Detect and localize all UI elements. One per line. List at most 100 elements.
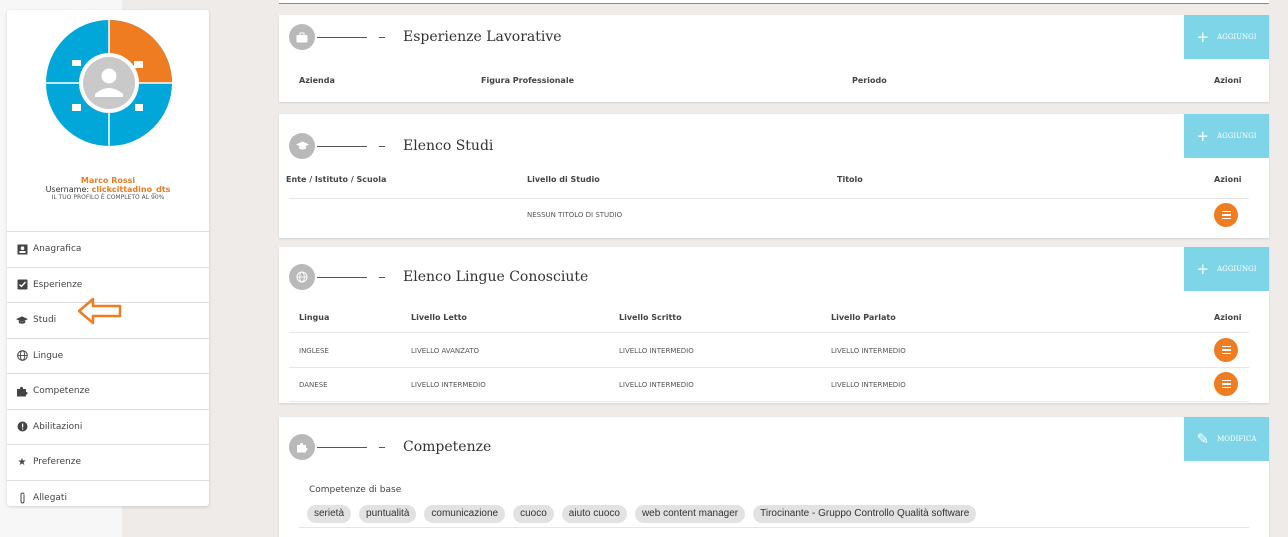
modifica-competenze-button[interactable]: ✎ MODIFICA: [1184, 417, 1269, 461]
lingua-actions-menu-button[interactable]: [1214, 338, 1238, 362]
briefcase-icon: [289, 24, 315, 50]
puzzle-icon: [16, 385, 28, 397]
skill-chip: cuoco: [513, 505, 554, 523]
panel-header: Competenze: [289, 425, 491, 469]
panel-title: Competenze: [403, 439, 492, 455]
panel-title: Elenco Studi: [403, 138, 494, 154]
writing-level: LIVELLO INTERMEDIO: [619, 381, 694, 389]
table-divider: [289, 401, 1249, 402]
col-header-titolo[interactable]: Titolo: [837, 175, 863, 184]
header-dash: [379, 446, 385, 448]
col-header-ente[interactable]: Ente / Istituto / Scuola: [286, 175, 386, 184]
header-line: [317, 446, 367, 448]
sidebar-item-label: Lingue: [33, 350, 64, 361]
table-divider: [289, 198, 1249, 199]
header-dash: [379, 145, 385, 147]
panel-title: Elenco Lingue Conosciute: [403, 269, 589, 285]
profile-completion-wheel[interactable]: [46, 20, 172, 146]
skill-chip: serietà: [307, 505, 352, 523]
button-label: AGGIUNGI: [1217, 265, 1257, 273]
col-header-figura[interactable]: Figura Professionale: [481, 76, 574, 85]
aggiungi-esperienza-button[interactable]: + AGGIUNGI: [1184, 15, 1269, 59]
table-divider: [289, 367, 1249, 368]
sidebar-item-allegati[interactable]: Allegati: [7, 479, 209, 516]
competenze-panel: Competenze ✎ MODIFICA Competenze di base …: [279, 417, 1269, 537]
profile-name: Marco Rossi: [80, 176, 136, 185]
top-panel-edge: [279, 0, 1269, 4]
col-header-periodo[interactable]: Periodo: [852, 76, 887, 85]
header-line: [317, 145, 367, 147]
col-header-livello[interactable]: Livello di Studio: [527, 175, 600, 184]
sidebar-item-competenze[interactable]: Competenze: [7, 373, 209, 409]
sidebar-item-abilitazioni[interactable]: Abilitazioni: [7, 408, 209, 445]
col-header-azioni: Azioni: [1214, 76, 1242, 85]
table-divider: [289, 332, 1249, 333]
col-header-azioni: Azioni: [1214, 313, 1242, 322]
sidebar-item-label: Esperienze: [33, 279, 83, 290]
sidebar-item-anagrafica[interactable]: Anagrafica: [7, 231, 209, 267]
reading-level: LIVELLO INTERMEDIO: [411, 381, 486, 389]
panel-header: Elenco Lingue Conosciute: [289, 255, 588, 299]
skill-chip: aiuto cuoco: [561, 505, 627, 523]
sidebar-item-lingue[interactable]: Lingue: [7, 337, 209, 374]
col-header-parlato[interactable]: Livello Parlato: [831, 313, 896, 322]
lingua-actions-menu-button[interactable]: [1214, 372, 1238, 396]
globe-icon: [289, 264, 315, 290]
aggiungi-lingua-button[interactable]: + AGGIUNGI: [1184, 247, 1269, 291]
button-label: MODIFICA: [1217, 435, 1257, 443]
username-value: clickcittadino_dts: [91, 185, 171, 194]
panel-header: Elenco Studi: [289, 124, 493, 168]
graduation-cap-icon: [16, 314, 28, 326]
studi-actions-menu-button[interactable]: [1214, 203, 1238, 227]
profile-username: Username: clickcittadino_dts: [7, 185, 209, 194]
plus-icon: +: [1196, 28, 1210, 46]
speaking-level: LIVELLO INTERMEDIO: [831, 347, 906, 355]
globe-icon: [16, 350, 28, 362]
puzzle-icon: [289, 434, 315, 460]
skill-chip-list: serietà puntualità comunicazione cuoco a…: [307, 505, 984, 523]
studi-panel: Elenco Studi + AGGIUNGI Ente / Istituto /…: [279, 114, 1269, 238]
skill-chip: web content manager: [634, 505, 746, 523]
col-header-scritto[interactable]: Livello Scritto: [619, 313, 682, 322]
plus-icon: +: [1196, 127, 1210, 145]
sidebar-item-label: Studi: [33, 315, 57, 326]
reading-level: LIVELLO AVANZATO: [411, 347, 479, 355]
header-dash: [379, 276, 385, 278]
username-label: Username:: [45, 185, 90, 194]
speaking-level: LIVELLO INTERMEDIO: [831, 381, 906, 389]
check-square-icon: [16, 279, 28, 291]
plus-icon: +: [1196, 260, 1210, 278]
col-header-lingua[interactable]: Lingua: [299, 313, 329, 322]
skill-chip: comunicazione: [424, 505, 506, 523]
col-header-azioni: Azioni: [1214, 175, 1242, 184]
header-line: [317, 36, 367, 38]
esperienze-panel: Esperienze Lavorative + AGGIUNGI Azienda …: [279, 15, 1269, 102]
header-dash: [379, 36, 385, 38]
sidebar-item-preferenze[interactable]: ★ Preferenze: [7, 444, 209, 480]
col-header-azienda[interactable]: Azienda: [299, 76, 335, 85]
sidebar-item-label: Anagrafica: [33, 244, 82, 255]
empty-message: NESSUN TITOLO DI STUDIO: [527, 211, 623, 219]
sidebar-item-label: Competenze: [33, 386, 90, 397]
annotation-arrow-left-icon: [77, 297, 122, 325]
language-name: INGLESE: [299, 347, 329, 355]
aggiungi-studio-button[interactable]: + AGGIUNGI: [1184, 114, 1269, 158]
graduation-cap-icon: [289, 133, 315, 159]
skill-chip: Tirocinante - Gruppo Controllo Qualità s…: [753, 505, 977, 523]
paperclip-icon: [16, 492, 28, 504]
sidebar-menu: Anagrafica Esperienze Studi Lingue Compe…: [7, 231, 209, 515]
panel-title: Esperienze Lavorative: [403, 29, 562, 45]
id-card-icon: [16, 243, 28, 255]
header-line: [317, 276, 367, 278]
writing-level: LIVELLO INTERMEDIO: [619, 347, 694, 355]
competenze-base-label: Competenze di base: [309, 485, 402, 495]
profile-sidebar: Marco Rossi Username: clickcittadino_dts…: [7, 10, 209, 506]
col-header-letto[interactable]: Livello Letto: [411, 313, 467, 322]
star-icon: ★: [17, 456, 27, 468]
sidebar-item-label: Preferenze: [33, 457, 82, 468]
sidebar-item-label: Allegati: [33, 492, 67, 503]
button-label: AGGIUNGI: [1217, 132, 1257, 140]
profile-completion-text: IL TUO PROFILO È COMPLETO AL 90%: [51, 194, 165, 201]
skill-chip: puntualità: [359, 505, 417, 523]
panel-header: Esperienze Lavorative: [289, 15, 562, 59]
